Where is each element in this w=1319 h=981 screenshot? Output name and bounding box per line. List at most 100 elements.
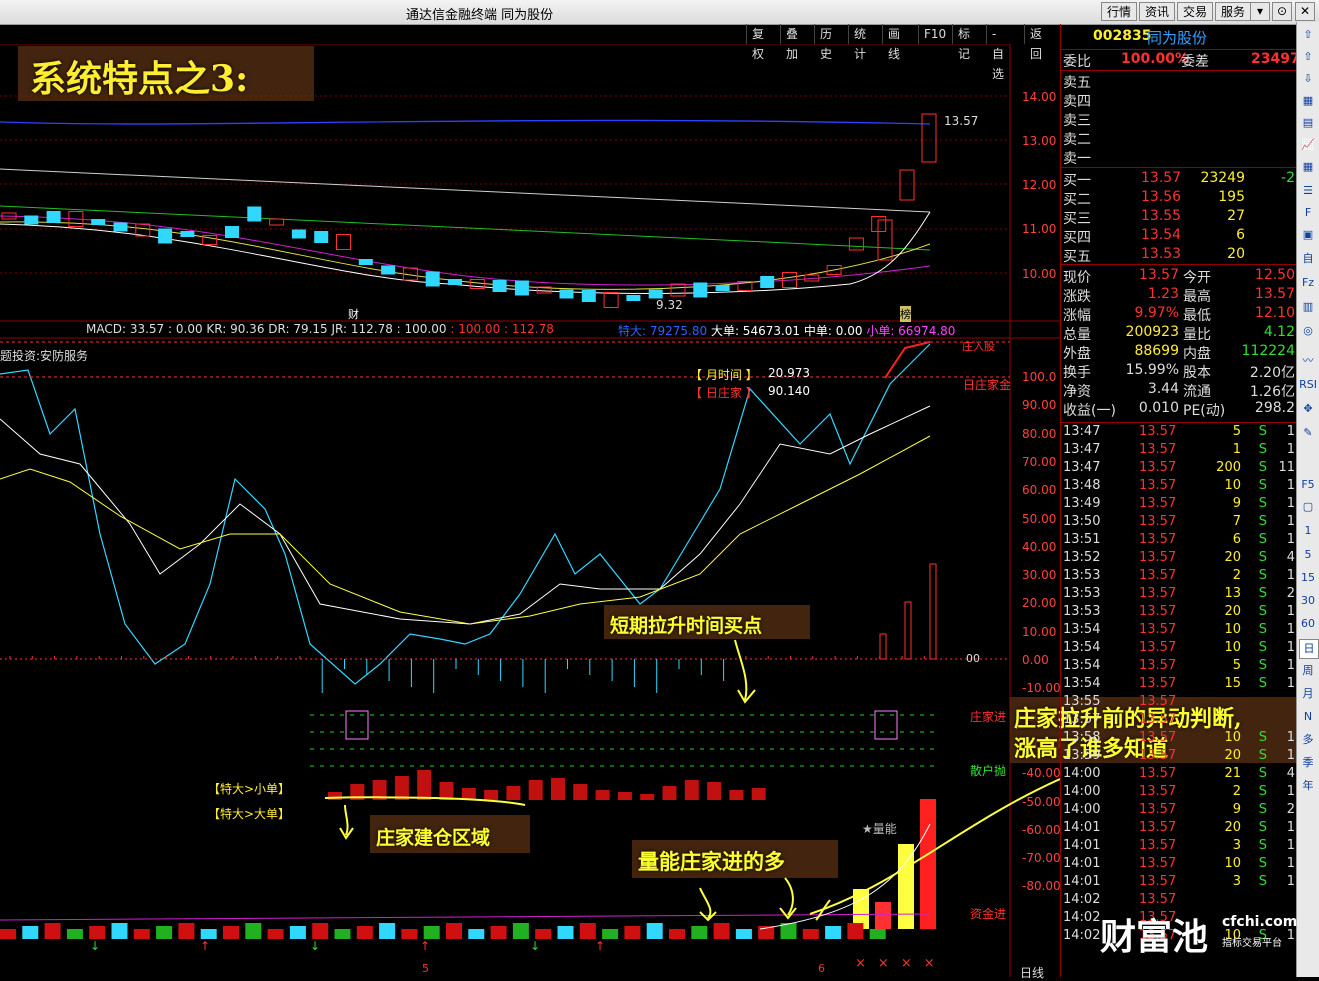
circle-icon[interactable]: ◎ <box>1299 322 1317 340</box>
tick-row: 13:59 13.57 20 S 1 <box>1061 748 1297 766</box>
period-week[interactable]: 周 <box>1299 662 1317 680</box>
buy-row: 买二 13.56 195 <box>1061 189 1297 208</box>
tick-price: 13.57 <box>1139 766 1177 781</box>
wave-icon[interactable]: 〰 <box>1299 352 1317 370</box>
rsi-icon[interactable]: RSI <box>1299 376 1317 394</box>
buy-price: 13.53 <box>1141 246 1182 262</box>
tick-count: 1 <box>1286 442 1295 457</box>
buy-label: 买二 <box>1063 192 1091 208</box>
arrow-up-icon[interactable]: ⇧ <box>1299 48 1317 66</box>
stat-value: 12.50 <box>1254 267 1295 283</box>
tick-time: 14:01 <box>1063 874 1101 889</box>
menu-hangqing[interactable]: 行情 <box>1101 2 1138 21</box>
tick-count: 4 <box>1286 550 1295 565</box>
pen-icon[interactable]: ✎ <box>1299 424 1317 442</box>
tick-price: 13.57 <box>1139 784 1177 799</box>
period-30[interactable]: 30 <box>1299 592 1317 610</box>
tick-volume: 1 <box>1232 442 1241 457</box>
calc-icon[interactable]: ▥ <box>1299 298 1317 316</box>
tick-row: 13:58 13.57 10 S 1 <box>1061 730 1297 748</box>
weicha-label: 委差 <box>1181 54 1209 70</box>
stat-label: 现价 <box>1063 270 1091 286</box>
period-n[interactable]: N <box>1299 708 1317 726</box>
tick-side: S <box>1258 730 1267 745</box>
period-5[interactable]: 5 <box>1299 546 1317 564</box>
tick-side: S <box>1258 622 1267 637</box>
buy-label: 买五 <box>1063 249 1091 265</box>
tick-side: S <box>1258 424 1267 439</box>
stock-name: 同为股份 <box>1147 29 1208 47</box>
stat-value: 13.57 <box>1138 267 1179 283</box>
period-day[interactable]: 日 <box>1299 639 1319 659</box>
tick-volume: 3 <box>1232 838 1241 853</box>
tick-time: 14:02 <box>1063 910 1101 925</box>
tick-price: 13.57 <box>1139 658 1177 673</box>
tick-time: 14:01 <box>1063 820 1101 835</box>
tick-row: 13:49 13.57 9 S 1 <box>1061 496 1297 514</box>
tick-time: 13:47 <box>1063 460 1101 475</box>
arrow-up-icon[interactable]: ⇧ <box>1299 26 1317 44</box>
period-multi[interactable]: 多 <box>1299 731 1317 749</box>
tick-row: 14:00 13.57 9 S 2 <box>1061 802 1297 820</box>
stat-label: 流通 <box>1183 384 1211 400</box>
buy-row: 买三 13.55 27 <box>1061 208 1297 227</box>
menu-zixun[interactable]: 资讯 <box>1139 2 1176 21</box>
fz-icon[interactable]: Fz <box>1299 274 1317 292</box>
buy-volume: 6 <box>1236 227 1245 243</box>
tick-side: S <box>1258 748 1267 763</box>
grid-icon[interactable]: ▦ <box>1299 158 1317 176</box>
tick-count: 11 <box>1278 460 1295 475</box>
stat-label: 最低 <box>1183 308 1211 324</box>
period-month[interactable]: 月 <box>1299 685 1317 703</box>
tick-time: 13:47 <box>1063 424 1101 439</box>
watermark-site: cfchi.com <box>1222 914 1298 930</box>
close-icon[interactable]: ✕ <box>1295 2 1315 21</box>
buy-row: 买四 13.54 6 <box>1061 227 1297 246</box>
table-icon[interactable]: ▤ <box>1299 114 1317 132</box>
f5-icon[interactable]: F5 <box>1299 476 1317 494</box>
tick-price: 13.57 <box>1139 892 1177 907</box>
list-icon[interactable]: ☰ <box>1299 182 1317 200</box>
tick-side: S <box>1258 874 1267 889</box>
period-year[interactable]: 年 <box>1299 777 1317 795</box>
watermark-brand: 财富池 <box>1100 917 1209 958</box>
stat-label: 换手 <box>1063 365 1091 381</box>
buy-label: 买一 <box>1063 173 1091 189</box>
window-icon[interactable]: ▢ <box>1299 498 1317 516</box>
tick-time: 13:48 <box>1063 478 1101 493</box>
buy-price: 13.55 <box>1141 208 1182 224</box>
chart-icon[interactable]: ▦ <box>1299 92 1317 110</box>
x-marks: ×××× <box>855 956 947 971</box>
arrow-down-icon[interactable]: ⇩ <box>1299 70 1317 88</box>
period-15[interactable]: 15 <box>1299 569 1317 587</box>
restore-icon[interactable]: ⊙ <box>1272 2 1292 21</box>
f10-icon[interactable]: F <box>1299 204 1317 222</box>
menu-fuwu[interactable]: 服务 <box>1215 2 1252 21</box>
period-1[interactable]: 1 <box>1299 522 1317 540</box>
tick-count: 1 <box>1286 424 1295 439</box>
quote-panel: 002835 同为股份 委比 100.00% 委差 23497 卖五 卖四 卖三… <box>1060 24 1300 977</box>
stat-row: 外盘 88699 内盘 112224 <box>1061 343 1297 362</box>
crosshair-icon[interactable]: ✥ <box>1299 400 1317 418</box>
doc-icon[interactable]: ▣ <box>1299 226 1317 244</box>
tick-time: 13:53 <box>1063 568 1101 583</box>
tick-time: 13:57 <box>1063 712 1101 727</box>
period-60[interactable]: 60 <box>1299 615 1317 633</box>
line-chart-icon[interactable]: 📈 <box>1299 136 1317 154</box>
tick-side: S <box>1258 676 1267 691</box>
self-icon[interactable]: 自 <box>1299 250 1317 268</box>
tick-price: 13.57 <box>1139 694 1177 709</box>
tick-volume: 2 <box>1232 568 1241 583</box>
tick-row: 13:53 13.57 2 S 1 <box>1061 568 1297 586</box>
stat-value: 0.010 <box>1138 400 1179 416</box>
menu-jiaoyi[interactable]: 交易 <box>1177 2 1214 21</box>
stat-value: 298.2 <box>1254 400 1295 416</box>
stat-value: 13.57 <box>1254 286 1295 302</box>
date-tick-5: 5 <box>422 962 429 975</box>
dropdown-icon[interactable]: ▾ <box>1250 2 1270 21</box>
tick-side: S <box>1258 604 1267 619</box>
tick-row: 14:00 13.57 2 S 1 <box>1061 784 1297 802</box>
tick-count: 1 <box>1286 532 1295 547</box>
period-quarter[interactable]: 季 <box>1299 754 1317 772</box>
tick-row: 13:51 13.57 6 S 1 <box>1061 532 1297 550</box>
